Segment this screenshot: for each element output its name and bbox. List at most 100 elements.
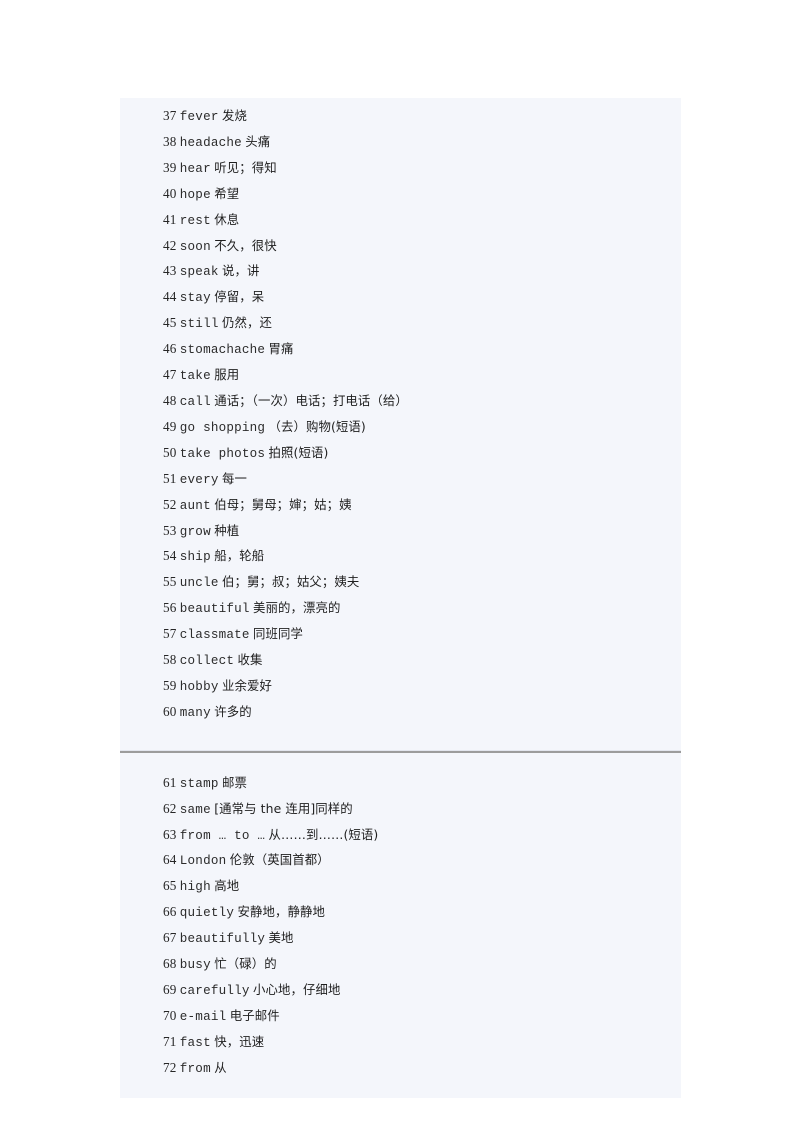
entry-chinese-gloss: 每一 [222,470,247,486]
entry-chinese-gloss: 高地 [214,878,240,894]
entry-chinese-gloss: 业余爱好 [222,677,272,693]
entry-number: 61 [163,774,177,790]
vocabulary-entry: 68 busy 忙（碌）的 [163,952,661,978]
entry-chinese-gloss: 胃痛 [268,341,294,357]
vocabulary-section-lower: 61 stamp 邮票 62 same [通常与 the 连用]同样的 63 fro… [120,753,681,1098]
entry-english-word: stay [179,291,211,306]
vocabulary-entry: 64 London 伦敦（英国首都） [163,848,661,874]
entry-chinese-gloss: 电子邮件 [229,1007,280,1023]
entry-english-word: go shopping [179,420,266,435]
vocabulary-entry: 62 same [通常与 the 连用]同样的 [163,797,661,823]
vocabulary-section-upper: 37 fever 发烧 38 headache 头痛 39 hear 听见；得知 40… [120,98,681,740]
entry-english-word: busy [179,958,211,973]
vocabulary-entry: 60 many 许多的 [163,700,661,726]
entry-number: 60 [163,703,177,719]
entry-english-word: beautiful [179,602,250,617]
entry-english-word: hobby [179,679,219,694]
vocabulary-entry: 69 carefully 小心地，仔细地 [163,978,661,1004]
entry-english-word: from [179,1061,211,1076]
entry-chinese-gloss: 说，讲 [222,263,260,279]
entry-chinese-gloss: 种植 [214,522,240,538]
entry-english-word: from … to … [179,828,266,843]
entry-number: 70 [163,1007,177,1023]
vocabulary-entry: 71 fast 快，迅速 [163,1030,661,1056]
entry-english-word: aunt [179,498,211,513]
entry-english-word: rest [179,213,211,228]
vocabulary-entry: 54 ship 船，轮船 [163,544,661,570]
entry-number: 72 [163,1059,177,1075]
entry-english-word: quietly [179,906,235,921]
entry-number: 50 [163,444,177,460]
entry-number: 41 [163,211,177,227]
entry-english-word: high [179,880,211,895]
entry-number: 56 [163,600,177,616]
vocabulary-entry: 58 collect 收集 [163,648,661,674]
entry-chinese-gloss: 听见；得知 [214,159,277,175]
vocabulary-entry: 50 take photos 拍照(短语) [163,441,661,467]
entry-english-word: stamp [179,776,219,791]
entry-number: 65 [163,878,177,894]
entry-chinese-gloss: 邮票 [222,774,247,790]
entry-chinese-gloss: 伯；舅；叔；姑父；姨夫 [222,574,360,590]
vocabulary-entry: 67 beautifully 美地 [163,926,661,952]
vocabulary-entry: 43 speak 说，讲 [163,259,661,285]
entry-english-word: beautifully [179,932,266,947]
entry-number: 39 [163,159,177,175]
entry-number: 71 [163,1033,177,1049]
vocabulary-entry: 61 stamp 邮票 [163,771,661,797]
entry-english-word: every [179,472,219,487]
vocabulary-entry: 70 e-mail 电子邮件 [163,1004,661,1030]
entry-number: 51 [163,470,177,486]
vocabulary-entry: 63 from … to … 从……到……(短语) [163,823,661,849]
entry-english-word: fever [179,110,219,124]
entry-english-word: same [179,802,211,817]
entry-chinese-gloss: 仍然，还 [222,315,272,331]
entry-english-word: stomachache [179,343,266,358]
entry-chinese-gloss: 美丽的，漂亮的 [253,600,341,616]
entry-number: 37 [163,108,177,123]
entry-chinese-gloss: 伦敦（英国首都） [229,852,330,868]
vocabulary-entry: 65 high 高地 [163,874,661,900]
vocabulary-entry: 41 rest 休息 [163,208,661,234]
entry-english-word: London [179,854,227,869]
entry-number: 66 [163,904,177,920]
vocabulary-entry: 44 stay 停留，呆 [163,285,661,311]
entry-chinese-gloss: 不久，很快 [214,237,277,253]
vocabulary-entry: 51 every 每一 [163,467,661,493]
vocabulary-entry: 39 hear 听见；得知 [163,156,661,182]
entry-chinese-gloss: 快，迅速 [214,1033,265,1049]
entry-chinese-gloss: 船，轮船 [214,548,265,564]
entry-number: 58 [163,652,177,668]
entry-number: 48 [163,392,177,408]
entry-chinese-gloss: 头痛 [245,133,271,149]
vocabulary-entry: 66 quietly 安静地，静静地 [163,900,661,926]
entry-number: 49 [163,418,177,434]
entry-english-word: many [179,705,211,720]
entry-chinese-gloss: 同班同学 [253,626,303,642]
entry-chinese-gloss: 美地 [268,930,294,946]
vocabulary-entry: 37 fever 发烧 [163,104,661,130]
entry-chinese-gloss: 发烧 [222,108,247,123]
entry-english-word: soon [179,239,211,254]
vocabulary-list-lower: 61 stamp 邮票 62 same [通常与 the 连用]同样的 63 fro… [163,771,661,1082]
vocabulary-entry: 52 aunt 伯母；舅母；婶；姑；姨 [163,493,661,519]
entry-number: 45 [163,315,177,331]
entry-number: 52 [163,496,177,512]
entry-chinese-gloss: 服用 [214,367,240,383]
entry-english-word: uncle [179,576,219,591]
entry-chinese-gloss: 休息 [214,211,240,227]
document-page: 37 fever 发烧 38 headache 头痛 39 hear 听见；得知 40… [0,0,800,1132]
vocabulary-entry: 48 call 通话；（一次）电话；打电话（给） [163,389,661,415]
entry-english-word: take photos [179,446,266,461]
vocabulary-entry: 46 stomachache 胃痛 [163,337,661,363]
entry-chinese-gloss: 希望 [214,185,240,201]
entry-english-word: classmate [179,628,250,643]
entry-chinese-gloss: 通话；（一次）电话；打电话（给） [214,392,408,408]
entry-english-word: take [179,369,211,384]
vocabulary-entry: 72 from 从 [163,1056,661,1082]
entry-english-word: ship [179,550,211,565]
entry-english-word: still [179,317,219,332]
entry-number: 68 [163,956,177,972]
entry-chinese-gloss: 停留，呆 [214,289,265,305]
entry-number: 57 [163,626,177,642]
